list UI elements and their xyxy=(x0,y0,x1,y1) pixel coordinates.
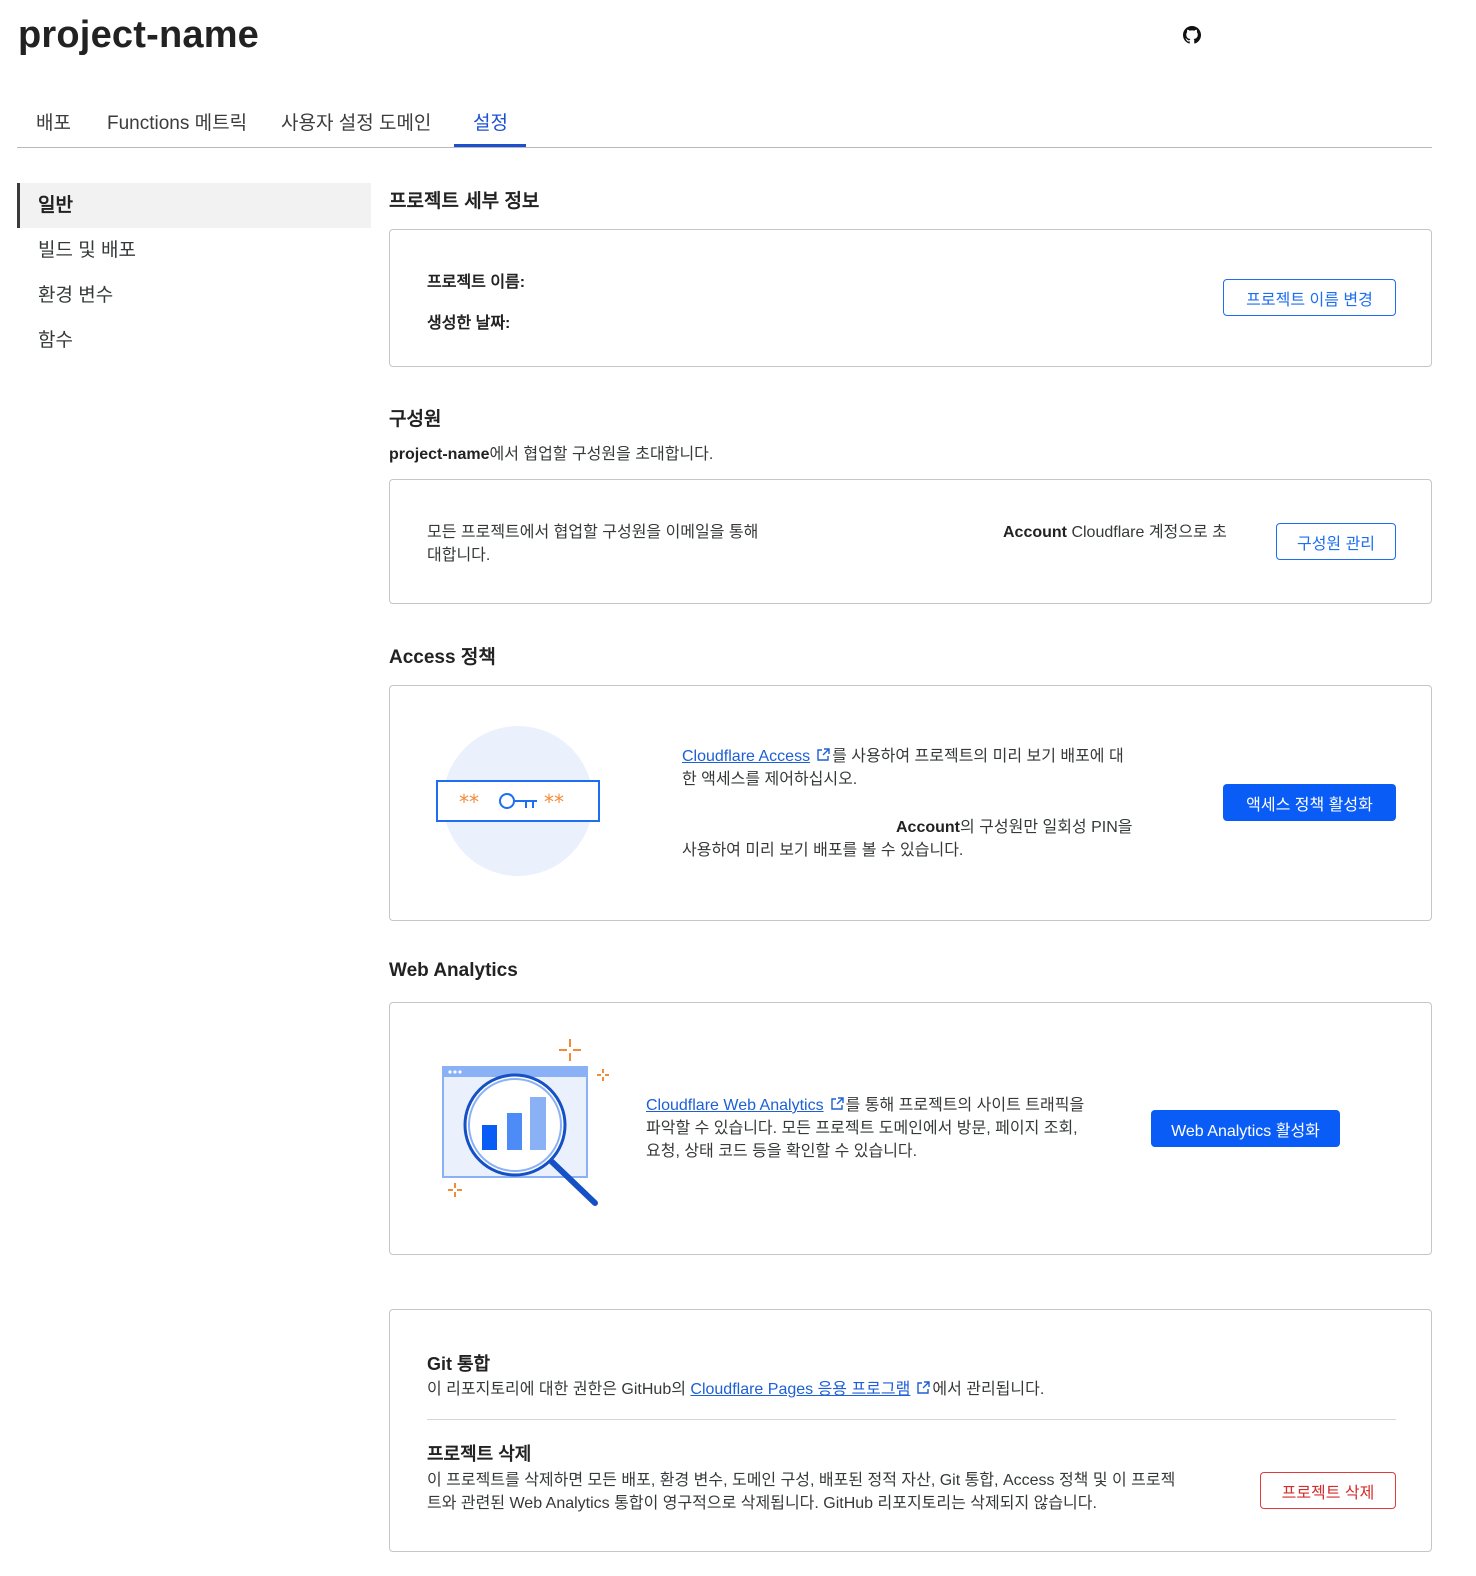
web-analytics-card: Cloudflare Web Analytics 를 통해 프로젝트의 사이트 트… xyxy=(389,1002,1432,1255)
sidebar-item-env-vars[interactable]: 환경 변수 xyxy=(17,273,371,318)
members-project-name: project-name xyxy=(389,446,490,463)
web-analytics-text-line3: 요청, 상태 코드 등을 확인할 수 있습니다. xyxy=(646,1143,918,1160)
members-account-text: Account Cloudflare 계정으로 초 xyxy=(1003,521,1227,544)
project-details-heading: 프로젝트 세부 정보 xyxy=(389,191,540,212)
tab-deployments[interactable]: 배포 xyxy=(36,108,71,148)
members-card-text: 모든 프로젝트에서 협업할 구성원을 이메일을 통해 대합니다. xyxy=(427,521,758,567)
web-analytics-text-line1: 를 통해 프로젝트의 사이트 트래픽을 xyxy=(845,1097,1085,1114)
cloudflare-access-link[interactable]: Cloudflare Access xyxy=(682,748,810,765)
analytics-magnifier-illustration xyxy=(442,1039,609,1206)
delete-text-line2: 트와 관련된 Web Analytics 통합이 영구적으로 삭제됩니다. Gi… xyxy=(427,1495,1097,1512)
project-details-card: 프로젝트 이름: 생성한 날짜: 프로젝트 이름 변경 xyxy=(389,229,1432,367)
access-policy-heading: Access 정책 xyxy=(389,647,496,668)
access-text-line4: 사용하여 미리 보기 배포를 볼 수 있습니다. xyxy=(682,842,964,859)
manage-members-button[interactable]: 구성원 관리 xyxy=(1276,523,1396,560)
web-analytics-heading: Web Analytics xyxy=(389,960,518,981)
access-description: Cloudflare Access 를 사용하여 프로젝트의 미리 보기 배포에 … xyxy=(682,745,1124,791)
tab-custom-domains[interactable]: 사용자 설정 도메인 xyxy=(281,108,431,148)
access-pin-text: Account의 구성원만 일회성 PIN을 사용하여 미리 보기 배포를 볼 … xyxy=(682,816,1133,862)
delete-project-button[interactable]: 프로젝트 삭제 xyxy=(1260,1472,1396,1509)
enable-access-policy-button[interactable]: 액세스 정책 활성화 xyxy=(1223,784,1396,821)
members-card: 모든 프로젝트에서 협업할 구성원을 이메일을 통해 대합니다. Account… xyxy=(389,479,1432,604)
sidebar-item-general[interactable]: 일반 xyxy=(17,183,371,228)
sidebar-item-build-deploy[interactable]: 빌드 및 배포 xyxy=(17,228,371,273)
members-heading: 구성원 xyxy=(389,409,442,430)
access-account-bold: Account xyxy=(896,819,960,836)
settings-sidebar: 일반 빌드 및 배포 환경 변수 함수 xyxy=(17,183,371,363)
git-text-after: 에서 관리됩니다. xyxy=(932,1381,1045,1398)
git-integration-text: 이 리포지토리에 대한 권한은 GitHub의 Cloudflare Pages… xyxy=(427,1378,1044,1401)
svg-text:**: ** xyxy=(544,790,564,814)
delete-project-text: 이 프로젝트를 삭제하면 모든 배포, 환경 변수, 도메인 구성, 배포된 정… xyxy=(427,1469,1237,1515)
delete-text-line1: 이 프로젝트를 삭제하면 모든 배포, 환경 변수, 도메인 구성, 배포된 정… xyxy=(427,1472,1176,1489)
access-policy-card: ** ** Cloudflare Access 를 사용하여 프로젝트의 미리 보… xyxy=(389,685,1432,921)
access-text-line3: 의 구성원만 일회성 PIN을 xyxy=(960,819,1133,836)
members-card-text-line2: 대합니다. xyxy=(427,547,491,564)
members-account-bold: Account xyxy=(1003,524,1067,541)
access-text-line2: 한 액세스를 제어하십시오. xyxy=(682,771,858,788)
project-name-label: 프로젝트 이름: xyxy=(427,274,526,291)
section-divider xyxy=(427,1419,1396,1420)
members-description: project-name에서 협업할 구성원을 초대합니다. xyxy=(389,440,713,464)
created-date-label: 생성한 날짜: xyxy=(427,315,511,332)
members-description-text: 에서 협업할 구성원을 초대합니다. xyxy=(489,446,714,463)
svg-text:**: ** xyxy=(459,790,479,814)
delete-project-heading: 프로젝트 삭제 xyxy=(427,1444,532,1464)
tab-functions-metrics[interactable]: Functions 메트릭 xyxy=(107,108,247,148)
tab-settings[interactable]: 설정 xyxy=(473,108,508,148)
github-icon[interactable] xyxy=(1183,26,1201,44)
access-key-illustration: ** ** xyxy=(436,726,600,876)
tab-bar: 배포 Functions 메트릭 사용자 설정 도메인 설정 xyxy=(17,96,1432,148)
enable-web-analytics-button[interactable]: Web Analytics 활성화 xyxy=(1151,1110,1340,1147)
sidebar-item-functions[interactable]: 함수 xyxy=(17,318,371,363)
git-integration-heading: Git 통합 xyxy=(427,1354,491,1374)
rename-project-button[interactable]: 프로젝트 이름 변경 xyxy=(1223,279,1396,316)
git-text-before: 이 리포지토리에 대한 권한은 GitHub의 xyxy=(427,1381,691,1398)
members-account-rest: Cloudflare 계정으로 초 xyxy=(1067,524,1227,541)
active-tab-indicator xyxy=(454,144,526,147)
external-link-icon xyxy=(917,1381,931,1394)
cloudflare-web-analytics-link[interactable]: Cloudflare Web Analytics xyxy=(646,1097,824,1114)
page-title: project-name xyxy=(18,14,260,56)
web-analytics-description: Cloudflare Web Analytics 를 통해 프로젝트의 사이트 트… xyxy=(646,1094,1084,1163)
members-card-text-line1: 모든 프로젝트에서 협업할 구성원을 이메일을 통해 xyxy=(427,524,759,541)
access-text-line1: 를 사용하여 프로젝트의 미리 보기 배포에 대 xyxy=(832,748,1124,765)
external-link-icon xyxy=(817,748,830,761)
cloudflare-pages-app-link[interactable]: Cloudflare Pages 응용 프로그램 xyxy=(690,1381,910,1398)
external-link-icon xyxy=(830,1097,844,1110)
git-and-delete-card: Git 통합 이 리포지토리에 대한 권한은 GitHub의 Cloudflar… xyxy=(389,1309,1432,1552)
web-analytics-text-line2: 파악할 수 있습니다. 모든 프로젝트 도메인에서 방문, 페이지 조회, xyxy=(646,1120,1078,1137)
